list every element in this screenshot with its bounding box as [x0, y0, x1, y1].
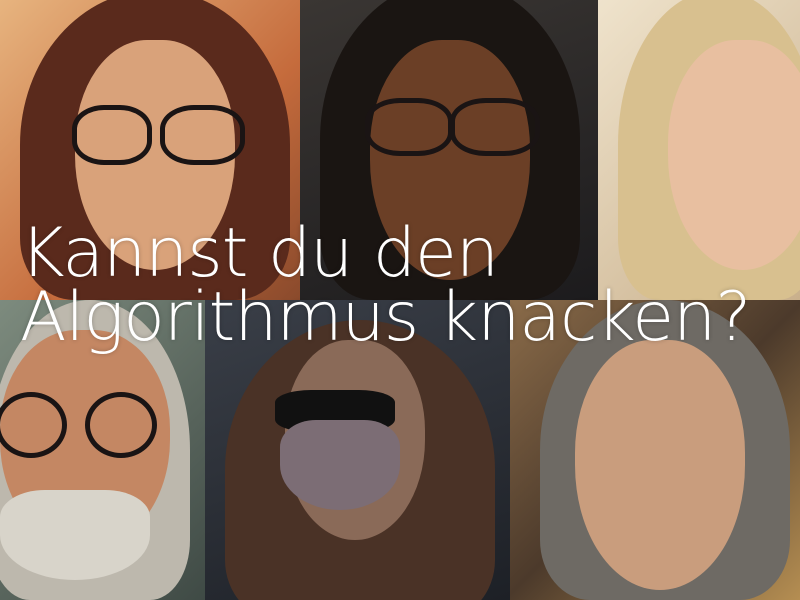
headline-line-2: Algorithmus knacken? — [20, 278, 751, 357]
glasses-icon — [72, 105, 152, 165]
headline: Kannst du den Algorithmus knacken? — [20, 220, 751, 352]
